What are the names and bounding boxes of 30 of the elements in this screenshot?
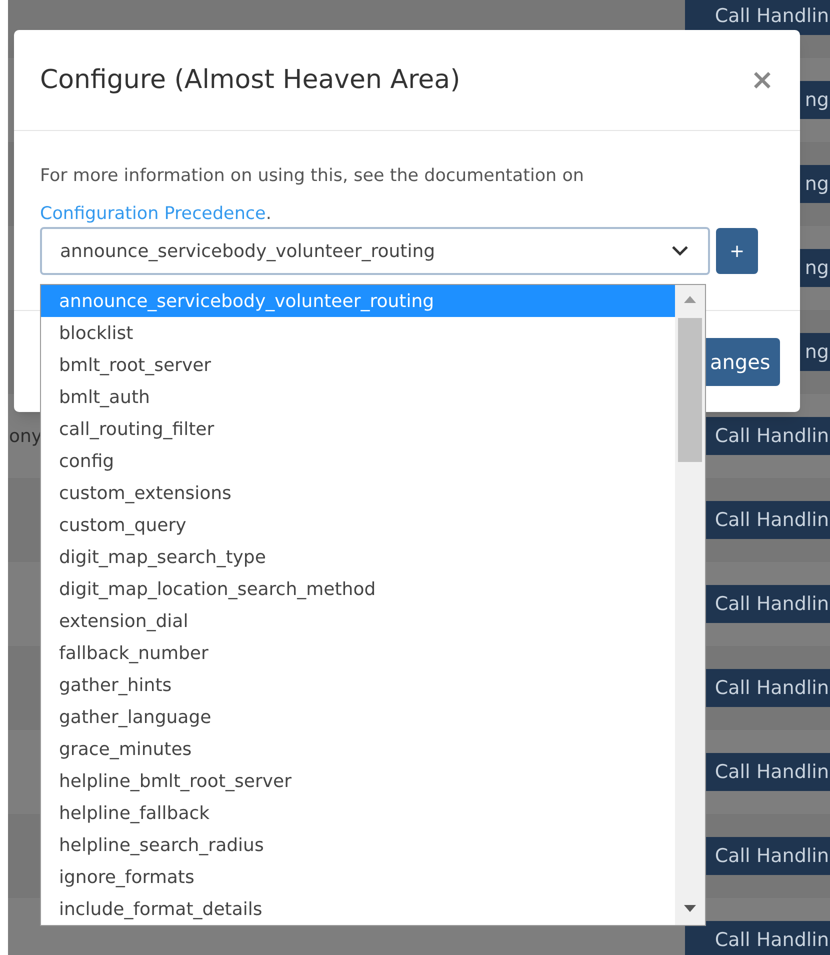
dropdown-option[interactable]: extension_dial [41, 605, 675, 637]
scrollbar[interactable] [675, 285, 705, 925]
dropdown-option[interactable]: gather_language [41, 701, 675, 733]
dropdown-option[interactable]: digit_map_location_search_method [41, 573, 675, 605]
scroll-up-icon[interactable] [683, 295, 697, 304]
dropdown-option[interactable]: helpline_search_radius [41, 829, 675, 861]
modal-title: Configure (Almost Heaven Area) [40, 64, 460, 96]
row-text: ony [9, 424, 42, 448]
dropdown-option[interactable]: helpline_fallback [41, 797, 675, 829]
dropdown-option[interactable]: digit_map_search_type [41, 541, 675, 573]
dropdown-option[interactable]: custom_extensions [41, 477, 675, 509]
dropdown-option[interactable]: include_format_details [41, 893, 675, 925]
dropdown-option[interactable]: ignore_formats [41, 861, 675, 893]
close-button[interactable]: × [750, 66, 774, 94]
dropdown-option[interactable]: helpline_bmlt_root_server [41, 765, 675, 797]
config-select[interactable]: announce_servicebody_volunteer_routing [40, 227, 710, 275]
call-handling-button[interactable]: Call Handlin [685, 921, 830, 955]
dropdown-option[interactable]: blocklist [41, 317, 675, 349]
scroll-down-icon[interactable] [683, 904, 697, 913]
scrollbar-thumb[interactable] [678, 318, 702, 462]
dropdown-option[interactable]: grace_minutes [41, 733, 675, 765]
chevron-down-icon [670, 244, 690, 258]
dropdown-option[interactable]: custom_query [41, 509, 675, 541]
dropdown-option[interactable]: call_routing_filter [41, 413, 675, 445]
dropdown-option[interactable]: bmlt_auth [41, 381, 675, 413]
dropdown-option[interactable]: bmlt_root_server [41, 349, 675, 381]
dropdown-option[interactable]: gather_hints [41, 669, 675, 701]
add-button[interactable]: + [716, 228, 758, 274]
dropdown-option[interactable]: fallback_number [41, 637, 675, 669]
dropdown-option[interactable]: config [41, 445, 675, 477]
